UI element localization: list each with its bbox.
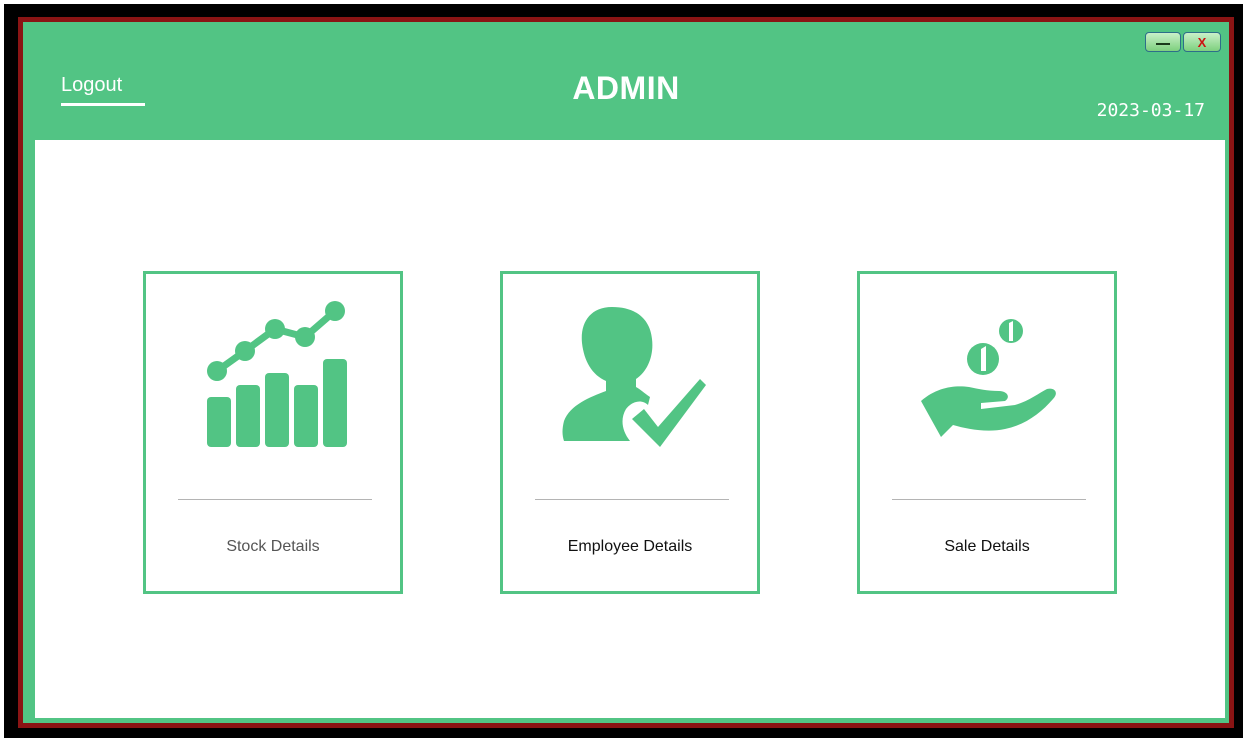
employee-details-card[interactable]: Employee Details bbox=[500, 271, 760, 594]
sale-details-label: Sale Details bbox=[944, 538, 1030, 555]
minimize-icon bbox=[1156, 43, 1170, 45]
employee-details-label: Employee Details bbox=[567, 538, 693, 555]
card-divider bbox=[892, 499, 1086, 500]
main-content: Stock Details Employee Details Sale Deta… bbox=[35, 140, 1225, 718]
user-check-icon bbox=[503, 296, 757, 456]
card-divider bbox=[178, 499, 372, 500]
stock-details-label: Stock Details bbox=[226, 538, 320, 555]
window-controls: X bbox=[1145, 32, 1221, 52]
app-window: Logout ADMIN 2023-03-17 X Stock Details … bbox=[23, 22, 1229, 723]
close-icon: X bbox=[1197, 34, 1207, 50]
page-title: ADMIN bbox=[572, 70, 680, 106]
minimize-button[interactable] bbox=[1145, 32, 1181, 52]
hand-coins-icon bbox=[860, 296, 1114, 456]
header-bar: Logout ADMIN 2023-03-17 X bbox=[23, 22, 1229, 140]
chart-growth-icon bbox=[146, 296, 400, 456]
stock-details-card[interactable]: Stock Details bbox=[143, 271, 403, 594]
close-button[interactable]: X bbox=[1183, 32, 1221, 52]
sale-details-card[interactable]: Sale Details bbox=[857, 271, 1117, 594]
card-divider bbox=[535, 499, 729, 500]
date-display: 2023-03-17 bbox=[1096, 100, 1205, 121]
